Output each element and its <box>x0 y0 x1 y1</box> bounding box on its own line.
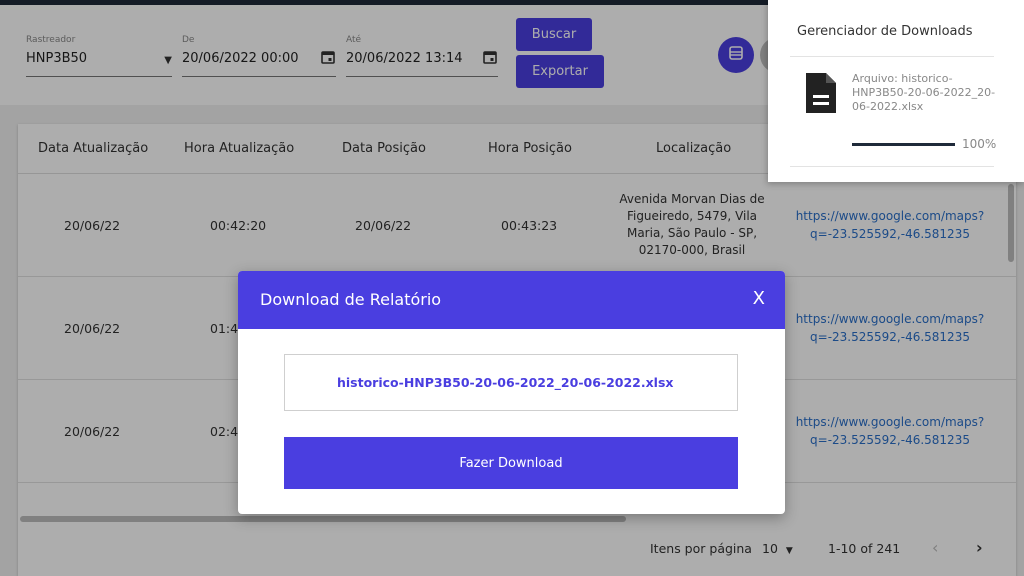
downloads-panel: Gerenciador de Downloads Arquivo: histor… <box>768 0 1024 182</box>
file-icon <box>804 71 838 115</box>
report-file-name[interactable]: historico-HNP3B50-20-06-2022_20-06-2022.… <box>337 375 673 390</box>
close-icon[interactable]: X <box>753 288 765 309</box>
download-report-modal: Download de Relatório X historico-HNP3B5… <box>238 271 785 514</box>
download-button[interactable]: Fazer Download <box>284 437 738 489</box>
downloads-panel-title: Gerenciador de Downloads <box>797 24 973 39</box>
modal-title: Download de Relatório <box>260 290 442 309</box>
download-percent: 100% <box>962 137 997 151</box>
report-file-box: historico-HNP3B50-20-06-2022_20-06-2022.… <box>284 354 738 411</box>
download-progress-bar <box>852 143 955 146</box>
download-file-name: Arquivo: historico-HNP3B50-20-06-2022_20… <box>852 72 996 113</box>
modal-header: Download de Relatório X <box>238 271 785 329</box>
